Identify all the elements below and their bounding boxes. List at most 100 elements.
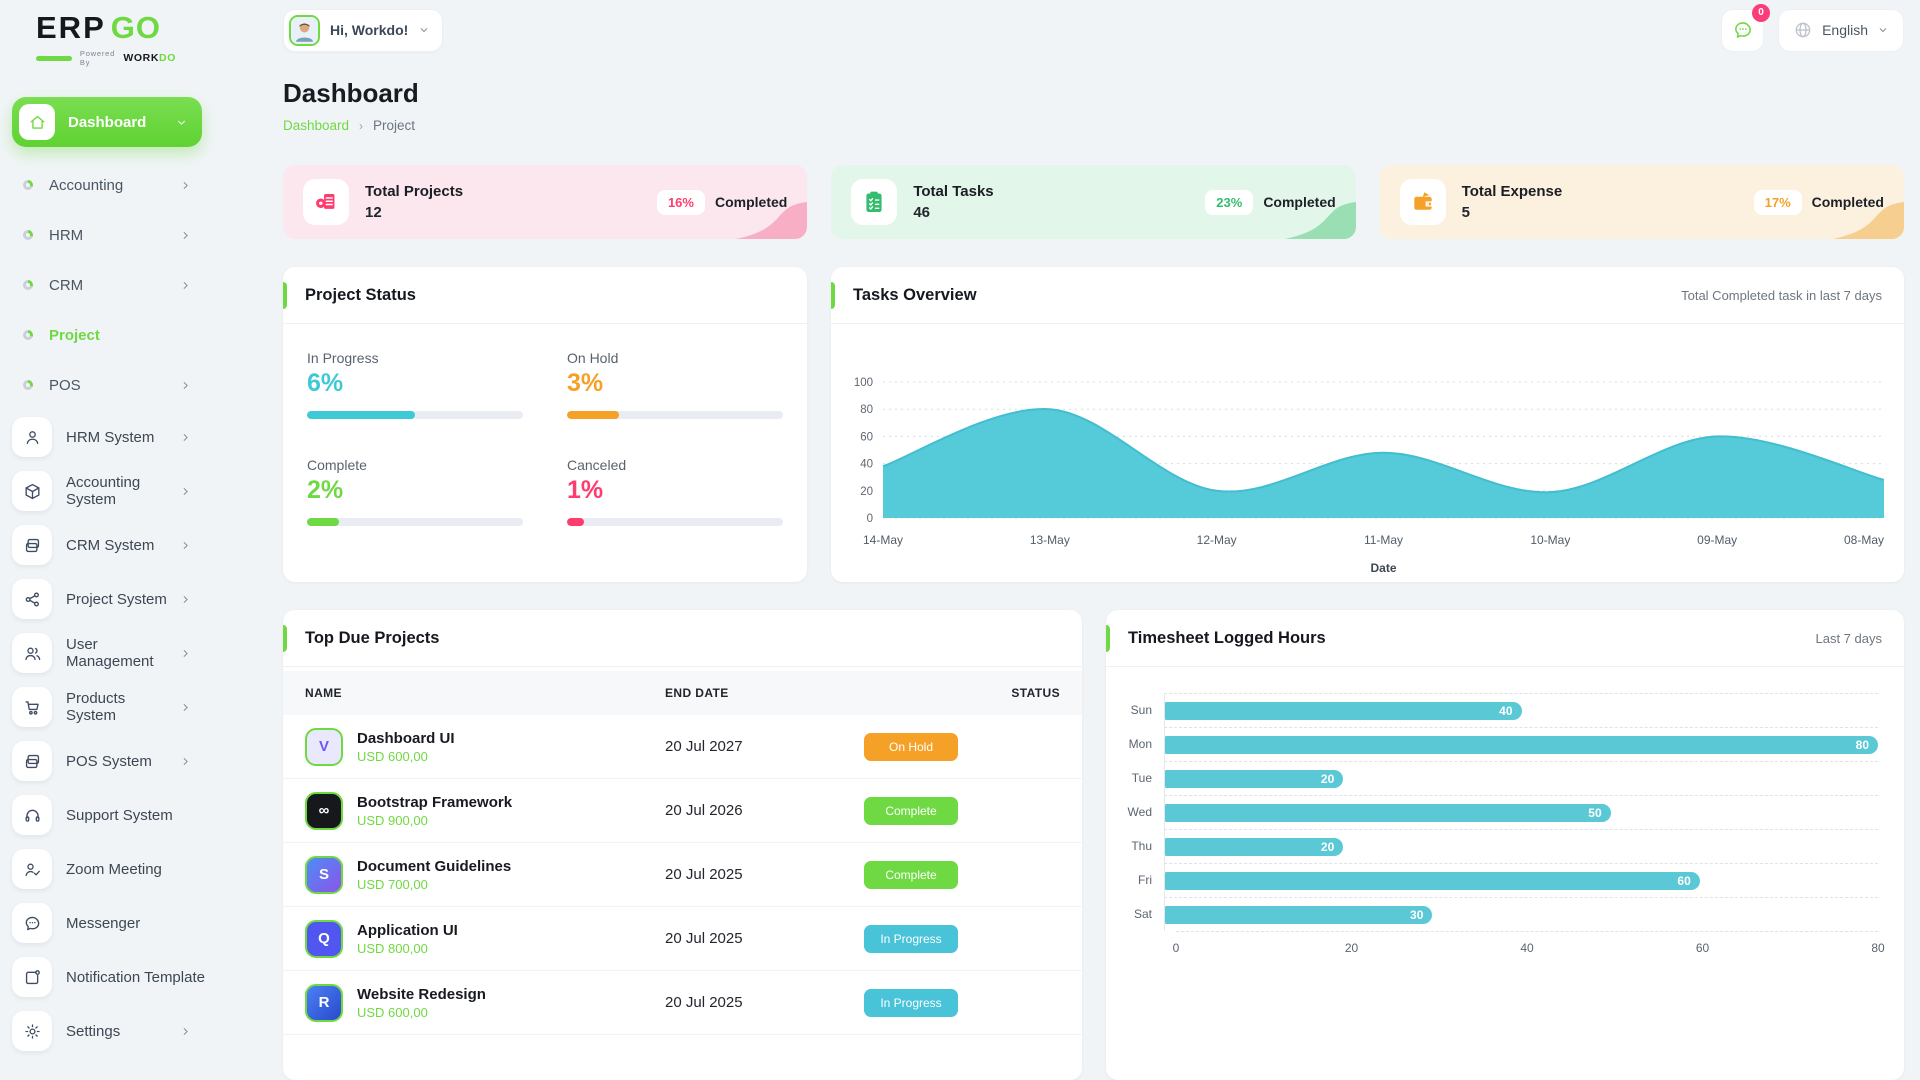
sidebar-item-user-management[interactable]: User Management <box>0 631 212 675</box>
metric-progressbar <box>307 411 523 419</box>
project-name: Document Guidelines <box>357 858 511 875</box>
sidebar-item-dashboard[interactable]: Dashboard <box>12 97 202 147</box>
home-icon <box>28 113 47 132</box>
table-row-document-guidelines[interactable]: SDocument GuidelinesUSD 700,0020 Jul 202… <box>283 843 1082 907</box>
status-badge: In Progress <box>864 989 958 1017</box>
timesheet-title: Timesheet Logged Hours <box>1128 629 1326 648</box>
app-logo[interactable]: ERP GO Powered By WORK DO <box>36 12 176 67</box>
column-header-status: STATUS <box>850 686 1060 700</box>
card-icon <box>23 536 42 555</box>
card-icon-box <box>12 525 52 565</box>
sidebar-item-label: Accounting System <box>66 474 179 508</box>
share-icon-box <box>12 579 52 619</box>
bar-row-mon: Mon 80 <box>1120 727 1878 761</box>
bar-value-label: 80 <box>1856 738 1878 752</box>
table-row-dashboard-ui[interactable]: VDashboard UIUSD 600,0020 Jul 2027On Hol… <box>283 715 1082 779</box>
chevron-right-icon <box>179 179 192 192</box>
svg-text:Date: Date <box>1370 561 1396 575</box>
cube-icon <box>23 482 42 501</box>
stat-title: Total Tasks <box>913 183 993 200</box>
svg-text:09-May: 09-May <box>1697 533 1737 547</box>
metric-progressbar <box>567 518 783 526</box>
sidebar-item-hrm-system[interactable]: HRM System <box>0 415 212 459</box>
project-amount: USD 700,00 <box>357 877 511 892</box>
notifications-button[interactable]: 0 <box>1721 9 1764 52</box>
bar-value-label: 20 <box>1321 772 1343 786</box>
bar-category-label: Mon <box>1120 737 1164 751</box>
bar-track: 40 <box>1164 693 1878 727</box>
bar-track: 30 <box>1164 897 1878 931</box>
bar-category-label: Thu <box>1120 839 1164 853</box>
stat-percent-badge: 16% <box>657 190 705 215</box>
svg-text:12-May: 12-May <box>1197 533 1237 547</box>
chevron-right-icon <box>179 701 192 714</box>
table-row-bootstrap-framework[interactable]: ∞Bootstrap FrameworkUSD 900,0020 Jul 202… <box>283 779 1082 843</box>
x-tick-label: 0 <box>1173 941 1180 955</box>
metric-progress-fill <box>307 518 339 526</box>
avatar-image <box>291 17 318 44</box>
status-metric-in-progress: In Progress6% <box>307 350 523 419</box>
breadcrumb-dashboard-link[interactable]: Dashboard <box>283 118 349 133</box>
metric-progressbar <box>307 518 523 526</box>
sidebar-item-label: Accounting <box>49 177 123 194</box>
svg-text:08-May: 08-May <box>1844 533 1884 547</box>
sidebar-item-messenger[interactable]: Messenger <box>0 901 212 945</box>
status-badge: In Progress <box>864 925 958 953</box>
column-header-name: NAME <box>305 686 665 700</box>
sidebar-item-zoom-meeting[interactable]: Zoom Meeting <box>0 847 212 891</box>
status-metric-complete: Complete2% <box>307 457 523 526</box>
sidebar-item-pos[interactable]: POS <box>0 365 212 405</box>
table-row-application-ui[interactable]: QApplication UIUSD 800,0020 Jul 2025In P… <box>283 907 1082 971</box>
metric-progress-fill <box>307 411 415 419</box>
metric-percent: 2% <box>307 476 523 505</box>
language-selector[interactable]: English <box>1778 9 1904 52</box>
sidebar-item-hrm[interactable]: HRM <box>0 215 212 255</box>
users-icon-box <box>12 633 52 673</box>
workdo-brand-text-accent: DO <box>159 52 176 64</box>
table-row-website-redesign[interactable]: RWebsite RedesignUSD 600,0020 Jul 2025In… <box>283 971 1082 1035</box>
chevron-right-icon <box>179 539 192 552</box>
page-title: Dashboard <box>283 78 1904 109</box>
sidebar-item-accounting-system[interactable]: Accounting System <box>0 469 212 513</box>
svg-text:11-May: 11-May <box>1364 533 1403 547</box>
project-end-date: 20 Jul 2025 <box>665 866 850 883</box>
bar-row-fri: Fri60 <box>1120 863 1878 897</box>
sidebar-item-crm-system[interactable]: CRM System <box>0 523 212 567</box>
bullet-icon <box>23 230 33 240</box>
sidebar-item-notification-template[interactable]: Notification Template <box>0 955 212 999</box>
sidebar-item-project-system[interactable]: Project System <box>0 577 212 621</box>
x-tick-label: 20 <box>1345 941 1358 955</box>
status-metric-canceled: Canceled1% <box>567 457 783 526</box>
area-chart-svg: 02040608010014-May13-May12-May11-May10-M… <box>835 324 1900 582</box>
stat-card-total-expense: Total Expense517%Completed <box>1380 165 1904 239</box>
cart-icon <box>23 698 42 717</box>
sidebar-item-settings[interactable]: Settings <box>0 1009 212 1053</box>
stat-value: 12 <box>365 204 463 221</box>
users-icon <box>23 644 42 663</box>
stat-card-total-tasks: Total Tasks4623%Completed <box>831 165 1355 239</box>
home-icon-box <box>19 104 55 140</box>
bullet-icon <box>23 180 33 190</box>
sidebar-item-products-system[interactable]: Products System <box>0 685 212 729</box>
projects-table-body: VDashboard UIUSD 600,0020 Jul 2027On Hol… <box>283 715 1082 1035</box>
bar-track: 20 <box>1164 829 1878 863</box>
project-name: Website Redesign <box>357 986 486 1003</box>
bar-row-wed: Wed50 <box>1120 795 1878 829</box>
chat-icon-box <box>12 903 52 943</box>
sidebar-item-accounting[interactable]: Accounting <box>0 165 212 205</box>
user-menu-button[interactable]: Hi, Workdo! <box>283 9 443 52</box>
sidebar-item-pos-system[interactable]: POS System <box>0 739 212 783</box>
bar-sat: 30 <box>1165 906 1432 924</box>
bar-tue: 20 <box>1165 770 1343 788</box>
sidebar-item-support-system[interactable]: Support System <box>0 793 212 837</box>
breadcrumb-current: Project <box>373 118 415 133</box>
project-logo-icon: ∞ <box>305 792 343 830</box>
x-tick-label: 40 <box>1520 941 1533 955</box>
template-icon <box>23 968 42 987</box>
sidebar-item-project[interactable]: Project <box>0 315 212 355</box>
sidebar-item-crm[interactable]: CRM <box>0 265 212 305</box>
svg-text:60: 60 <box>860 431 873 443</box>
top-due-projects-title: Top Due Projects <box>305 629 439 648</box>
bar-track: 80 <box>1164 727 1878 761</box>
sidebar-menu: Dashboard Accounting HRM CRM Project POS HRM S… <box>0 97 236 1053</box>
